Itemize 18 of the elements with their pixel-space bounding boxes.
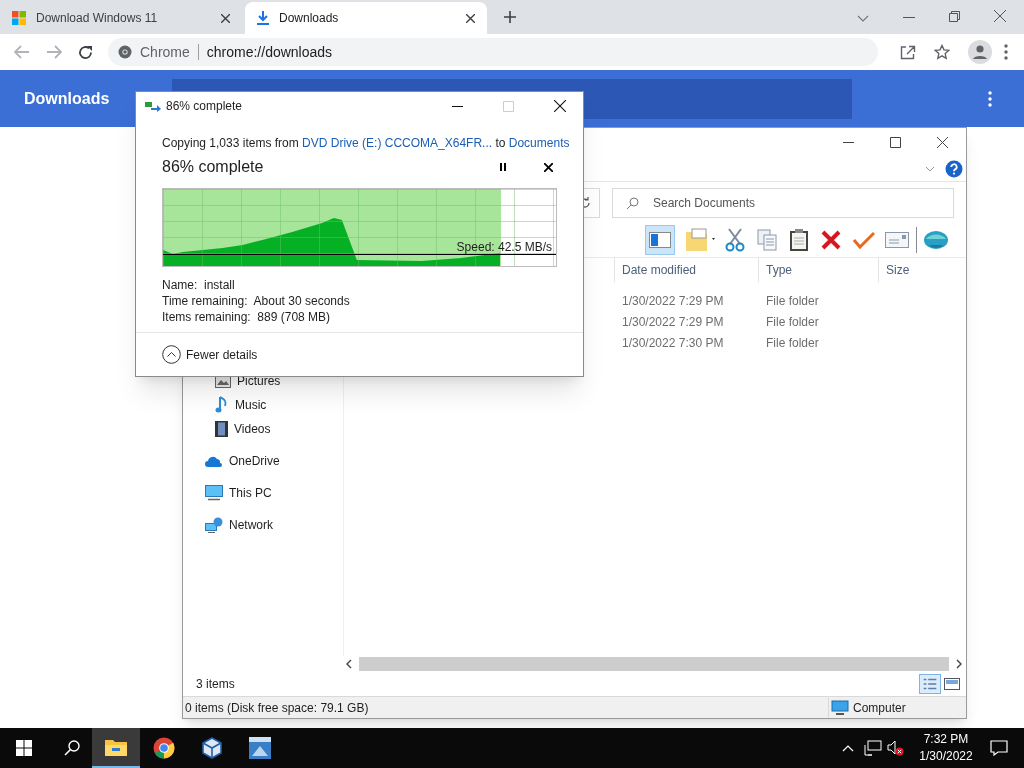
table-cell-text: File folder — [765, 292, 820, 310]
speed-label: Speed: 42.5 MB/s — [456, 239, 552, 256]
status-text: 0 items (Disk free space: 79.1 GB) — [185, 699, 369, 717]
url-text: chrome://downloads — [206, 42, 333, 62]
table-cell-text: 1/30/2022 7:29 PM — [621, 292, 725, 310]
table-cell-text: File folder — [765, 313, 820, 331]
site-label: Chrome — [140, 42, 190, 62]
page-title: Downloads — [24, 89, 110, 107]
progress-heading: 86% complete — [162, 157, 264, 177]
location-label: Computer — [853, 699, 907, 717]
table-cell-text: 1/30/2022 7:29 PM — [621, 313, 725, 331]
table-cell-text: 1/30/2022 7:30 PM — [621, 334, 725, 352]
dialog-title: 86% complete — [166, 98, 243, 115]
table-cell-text: File folder — [765, 334, 820, 352]
detail-text: Name: install — [162, 277, 236, 293]
detail-text: Time remaining: About 30 seconds — [162, 293, 351, 309]
detail-text: Items remaining: 889 (708 MB) — [162, 309, 332, 325]
item-count: 3 items — [196, 676, 235, 693]
